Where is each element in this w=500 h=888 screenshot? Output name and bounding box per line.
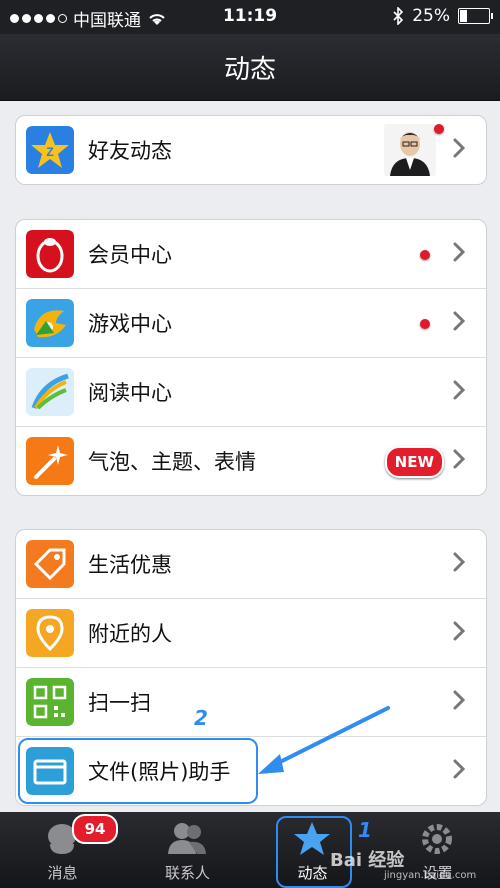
status-bar: 中国联通 11:19 25% xyxy=(0,0,500,34)
tab-label: 联系人 xyxy=(164,864,210,882)
row-life-deals[interactable]: 生活优惠 xyxy=(16,530,486,599)
svg-text:Z: Z xyxy=(46,145,53,159)
contacts-icon xyxy=(168,823,206,854)
chevron-right-icon xyxy=(453,449,466,469)
reading-icon xyxy=(26,368,74,416)
row-label: 附近的人 xyxy=(88,622,172,646)
annotation-step-1: 1 xyxy=(358,818,372,842)
watermark-url: jingyan.baidu.com xyxy=(384,870,477,881)
annotation-step-2: 2 xyxy=(194,706,208,730)
tab-messages[interactable]: 94 消息 xyxy=(0,812,125,888)
chevron-right-icon xyxy=(453,552,466,572)
highlight-file-assistant xyxy=(18,738,258,804)
row-nearby-people[interactable]: 附近的人 xyxy=(16,599,486,668)
gear-icon xyxy=(422,824,452,854)
notification-dot xyxy=(434,124,444,134)
chevron-right-icon xyxy=(453,380,466,400)
page-title: 动态 xyxy=(223,55,276,85)
chevron-right-icon xyxy=(453,621,466,641)
tab-label: 消息 xyxy=(47,864,78,882)
row-label: 好友动态 xyxy=(88,139,172,163)
row-label: 阅读中心 xyxy=(88,381,172,405)
chevron-right-icon xyxy=(453,311,466,331)
game-center-icon xyxy=(26,299,74,347)
row-reading-center[interactable]: 阅读中心 xyxy=(16,358,486,427)
qr-code-icon xyxy=(26,678,74,726)
row-label: 生活优惠 xyxy=(88,553,172,577)
friend-avatar xyxy=(384,124,436,176)
battery-percent: 25% xyxy=(412,6,450,26)
new-badge: NEW xyxy=(384,446,444,478)
magic-wand-icon xyxy=(26,437,74,485)
chevron-right-icon xyxy=(453,759,466,779)
tag-icon xyxy=(26,540,74,588)
row-scan[interactable]: 扫一扫 xyxy=(16,668,486,737)
notification-dot xyxy=(420,250,430,260)
notification-dot xyxy=(420,319,430,329)
status-right: 25% xyxy=(392,6,493,26)
group-services: 会员中心 游戏中心 阅读中心 气泡、主题、表情 NEW xyxy=(15,219,487,496)
chevron-right-icon xyxy=(453,690,466,710)
battery-icon xyxy=(458,8,493,24)
group-friends: Z 好友动态 xyxy=(15,115,487,185)
navigation-bar: 动态 xyxy=(0,34,500,101)
row-friend-feed[interactable]: Z 好友动态 xyxy=(16,116,486,184)
unread-count-badge: 94 xyxy=(72,814,118,844)
chevron-right-icon xyxy=(453,138,466,158)
row-label: 气泡、主题、表情 xyxy=(88,450,256,474)
vip-penguin-icon xyxy=(26,230,74,278)
qzone-star-icon: Z xyxy=(26,126,74,174)
chevron-right-icon xyxy=(453,242,466,262)
tab-contacts[interactable]: 联系人 xyxy=(125,812,250,888)
row-label: 游戏中心 xyxy=(88,312,172,336)
row-label: 扫一扫 xyxy=(88,691,151,715)
row-bubble-theme[interactable]: 气泡、主题、表情 NEW xyxy=(16,427,486,495)
annotation-arrow xyxy=(258,706,390,774)
bluetooth-icon xyxy=(393,7,404,25)
location-pin-icon xyxy=(26,609,74,657)
row-game-center[interactable]: 游戏中心 xyxy=(16,289,486,358)
watermark: Bai 经验 xyxy=(330,850,405,871)
row-vip-center[interactable]: 会员中心 xyxy=(16,220,486,289)
row-label: 会员中心 xyxy=(88,243,172,267)
